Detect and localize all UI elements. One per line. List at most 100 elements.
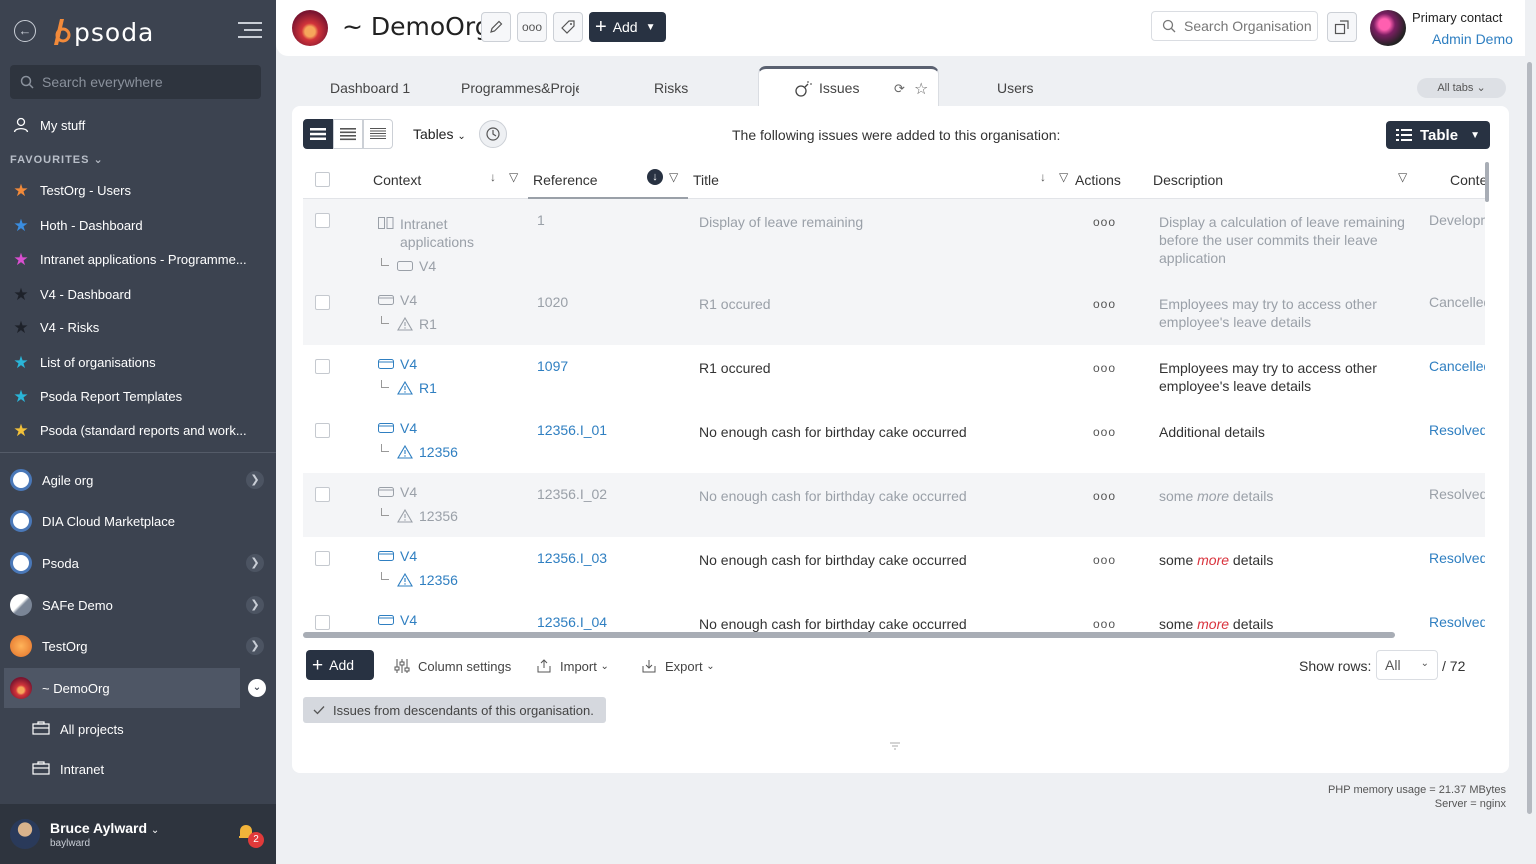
row-checkbox[interactable] (315, 551, 330, 566)
row-checkbox[interactable] (315, 615, 330, 630)
reference-cell[interactable]: 12356.I_04 (537, 613, 607, 631)
reference-cell[interactable]: 12356.I_02 (537, 485, 607, 503)
context-cell[interactable]: V4 R1 (378, 355, 437, 397)
sort-active-icon[interactable]: ↓ (647, 169, 663, 185)
table-row[interactable]: V4 R1 1020 R1 occured ooo Employees may … (303, 281, 1485, 345)
favourite-item[interactable]: ★ TestOrg - Users (0, 173, 276, 207)
column-settings-button[interactable]: Column settings (394, 658, 511, 674)
global-search-input[interactable]: Search everywhere (10, 65, 261, 99)
show-rows-select[interactable]: All ⌄ (1376, 650, 1438, 680)
table-row[interactable]: Intranet applications V4 1 Display of le… (303, 199, 1485, 281)
favourite-item[interactable]: ★ List of organisations (0, 345, 276, 379)
sort-desc-icon[interactable]: ↓ (490, 170, 496, 184)
org-item-agile[interactable]: Agile org ❯ (4, 460, 270, 500)
all-tabs-button[interactable]: All tabs ⌄ (1417, 78, 1506, 98)
org-item-dia[interactable]: DIA Cloud Marketplace (4, 501, 270, 541)
chevron-right-icon[interactable]: ❯ (246, 637, 264, 655)
reference-cell[interactable]: 1097 (537, 357, 568, 375)
table-row[interactable]: V4 12356 12356.I_02 No enough cash for b… (303, 473, 1485, 537)
filter-icon[interactable]: ▽ (1398, 170, 1407, 184)
org-item-demoorg[interactable]: ~ DemoOrg (4, 668, 240, 708)
reference-cell[interactable]: 1020 (537, 293, 568, 311)
sub-item-all-projects[interactable]: All projects (32, 714, 124, 744)
refresh-icon[interactable]: ⟳ (894, 81, 905, 97)
status-cell[interactable]: Resolved (1429, 485, 1485, 503)
more-options-button[interactable]: ooo (517, 12, 547, 42)
table-row[interactable]: V4 12356 12356.I_03 No enough cash for b… (303, 537, 1485, 601)
view-dense-button[interactable] (363, 119, 393, 149)
filter-icon[interactable]: ▽ (509, 170, 518, 184)
tab-dashboard[interactable]: Dashboard 1 (330, 80, 440, 96)
org-search-input[interactable]: Search Organisation (1151, 11, 1318, 41)
user-footer[interactable]: Bruce Aylward ⌄ baylward (0, 804, 276, 864)
export-dropdown[interactable]: Export ⌄ (641, 658, 715, 674)
tab-users[interactable]: Users (997, 80, 1034, 96)
context-cell[interactable]: V4 12356 (378, 483, 458, 525)
status-cell[interactable]: Developm (1429, 211, 1485, 229)
favourite-item[interactable]: ★ Psoda (standard reports and work... (0, 413, 276, 447)
context-cell[interactable]: V4 R1 (378, 291, 437, 333)
row-checkbox[interactable] (315, 213, 330, 228)
context-cell[interactable]: V4 (378, 611, 417, 629)
col-header-context[interactable]: Context (373, 172, 421, 188)
org-item-testorg[interactable]: TestOrg ❯ (4, 626, 270, 666)
favourite-item[interactable]: ★ Psoda Report Templates (0, 379, 276, 413)
row-actions-icon[interactable]: ooo (1093, 489, 1116, 503)
chevron-right-icon[interactable]: ❯ (246, 471, 264, 489)
org-item-psoda[interactable]: Psoda ❯ (4, 543, 270, 583)
row-actions-icon[interactable]: ooo (1093, 215, 1116, 229)
tab-risks[interactable]: Risks (654, 80, 688, 96)
descendants-toggle[interactable]: Issues from descendants of this organisa… (303, 697, 606, 723)
col-header-title[interactable]: Title (693, 172, 719, 188)
tables-dropdown[interactable]: Tables ⌄ (413, 126, 466, 142)
status-cell[interactable]: Cancelled (1429, 293, 1485, 311)
add-issue-button[interactable]: + Add (306, 650, 374, 680)
reference-cell[interactable]: 12356.I_01 (537, 421, 607, 439)
sub-item-intranet[interactable]: Intranet (32, 754, 104, 784)
psoda-logo[interactable]: psoda (50, 14, 154, 50)
filter-icon[interactable]: ▽ (669, 170, 678, 184)
back-icon[interactable]: ← (14, 20, 36, 42)
filter-icon[interactable]: ▽ (1059, 170, 1068, 184)
tag-button[interactable] (553, 12, 583, 42)
horizontal-scrollbar[interactable] (303, 632, 1395, 638)
status-cell[interactable]: Cancelled (1429, 357, 1485, 375)
reference-cell[interactable]: 1 (537, 211, 545, 229)
favourite-item[interactable]: ★ V4 - Dashboard (0, 277, 276, 311)
favourite-item[interactable]: ★ Hoth - Dashboard (0, 208, 276, 242)
collapse-menu-icon[interactable] (238, 22, 262, 40)
status-cell[interactable]: Resolved (1429, 421, 1485, 439)
edit-button[interactable] (481, 12, 511, 42)
col-header-reference[interactable]: Reference (533, 172, 598, 188)
tab-programmes[interactable]: Programmes&Proje (461, 80, 579, 96)
table-row[interactable]: V4 R1 1097 R1 occured ooo Employees may … (303, 345, 1485, 409)
my-stuff-link[interactable]: My stuff (0, 108, 276, 142)
add-button[interactable]: + Add ▼ (589, 12, 666, 42)
row-checkbox[interactable] (315, 359, 330, 374)
row-checkbox[interactable] (315, 423, 330, 438)
avatar[interactable] (10, 819, 40, 849)
org-item-safe[interactable]: SAFe Demo ❯ (4, 585, 270, 625)
col-header-description[interactable]: Description (1153, 172, 1223, 188)
favourites-heading[interactable]: FAVOURITES ⌄ (10, 153, 104, 166)
primary-contact-link[interactable]: Admin Demo (1432, 31, 1513, 47)
import-dropdown[interactable]: Import ⌄ (536, 658, 609, 674)
chevron-right-icon[interactable]: ❯ (246, 554, 264, 572)
switch-org-button[interactable] (1327, 12, 1357, 42)
row-actions-icon[interactable]: ooo (1093, 297, 1116, 311)
row-actions-icon[interactable]: ooo (1093, 617, 1116, 631)
chevron-down-icon[interactable]: ⌄ (151, 825, 159, 836)
context-cell[interactable]: V4 12356 (378, 547, 458, 589)
col-header-context-c[interactable]: Context C (1450, 172, 1485, 188)
favourite-item[interactable]: ★ Intranet applications - Programme... (0, 242, 276, 276)
row-actions-icon[interactable]: ooo (1093, 425, 1116, 439)
select-all-checkbox[interactable] (315, 172, 330, 187)
primary-contact-avatar[interactable] (1370, 10, 1406, 46)
table-view-button[interactable]: Table ▼ (1386, 121, 1490, 149)
vertical-scrollbar[interactable] (1485, 162, 1489, 202)
sort-desc-icon[interactable]: ↓ (1040, 170, 1046, 184)
chevron-down-icon[interactable]: ⌄ (248, 679, 266, 697)
table-row[interactable]: V4 12356 12356.I_01 No enough cash for b… (303, 409, 1485, 473)
tab-issues[interactable]: Issues ⟳ ☆ (758, 66, 939, 106)
status-cell[interactable]: Resolved (1429, 613, 1485, 631)
